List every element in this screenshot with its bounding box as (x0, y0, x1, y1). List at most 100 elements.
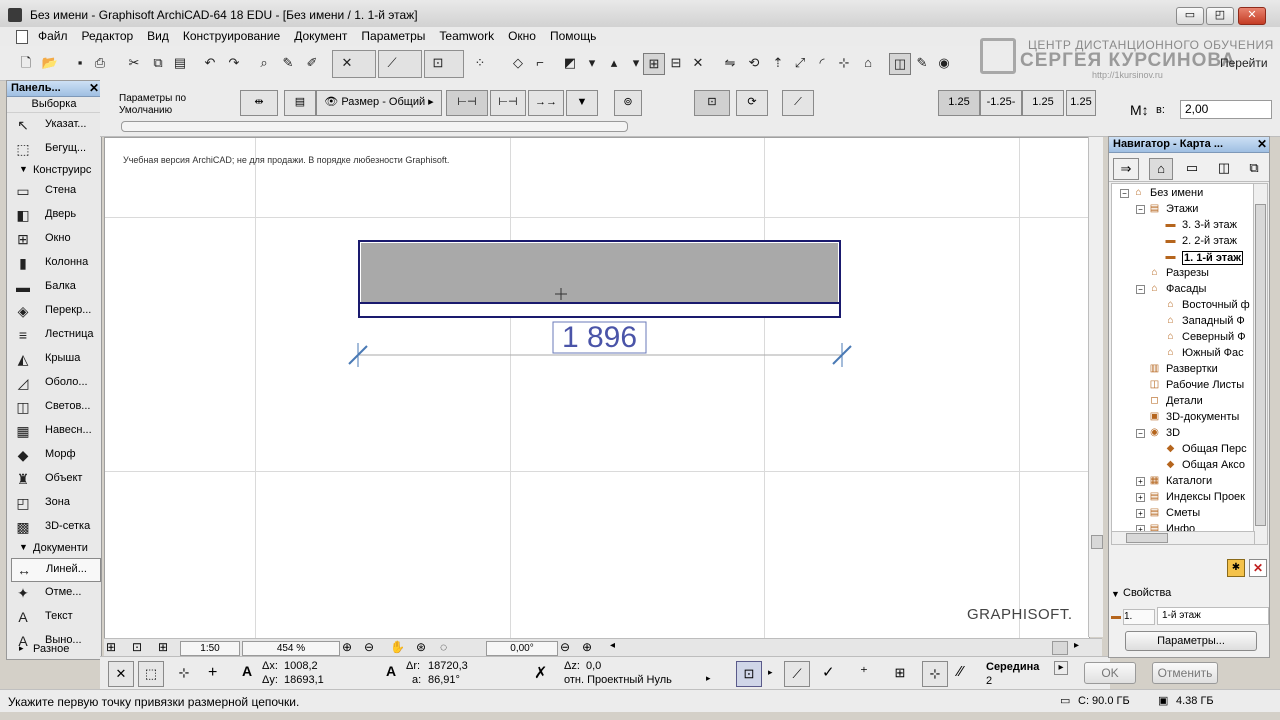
offset-icon[interactable]: ⤢ (790, 53, 810, 73)
elevate-icon[interactable]: ⇡ (768, 53, 788, 73)
tool-item[interactable]: ↔ Линей... (11, 558, 101, 582)
tool-item[interactable]: ◭ Крыша (11, 348, 99, 370)
copy-icon[interactable]: ⧉ (148, 53, 168, 73)
rotate-view-icon[interactable]: ⊛ (416, 640, 426, 654)
brush-icon[interactable]: ✎ (912, 53, 932, 73)
snap-divisions[interactable]: 2 (986, 675, 992, 687)
dr-value[interactable]: 18720,3 (428, 660, 468, 672)
tree-vertical-scrollbar[interactable] (1253, 183, 1268, 545)
detailed-dim-button[interactable]: ⊚ (614, 90, 642, 116)
print-icon[interactable]: ⎙ (90, 53, 110, 73)
toolbox-section[interactable]: ▼ Документи (11, 540, 99, 556)
division-icon[interactable]: ⁄⁄ (958, 663, 963, 680)
tool-item[interactable]: ◧ Дверь (11, 204, 99, 226)
scale-option-2[interactable]: -1.25- (980, 90, 1022, 116)
dimension-text[interactable]: 1 896 (553, 322, 646, 353)
toolbox-header[interactable]: Панель... ✕ (7, 81, 101, 97)
tool-item[interactable]: ▦ Навесн... (11, 420, 99, 442)
default-settings-label[interactable]: Параметры по Умолчанию (119, 93, 209, 117)
toolbox-section[interactable]: ▼ Конструирс (11, 162, 99, 178)
menu-item[interactable]: Документ (294, 29, 354, 43)
menu-item[interactable]: Конструирование (183, 29, 287, 43)
tool-item[interactable]: ♜ Объект (11, 468, 99, 490)
layer-settings-button[interactable]: ▤ (284, 90, 316, 116)
tree-horizontal-scrollbar[interactable] (1111, 531, 1255, 545)
table-icon[interactable]: ⊟ (666, 53, 686, 73)
goto-button[interactable]: Перейти (1220, 56, 1268, 70)
pan-icon[interactable]: ✋ (390, 640, 405, 654)
menu-item[interactable]: Вид (147, 29, 176, 43)
dx-value[interactable]: 1008,2 (284, 660, 318, 672)
zoom-in-icon[interactable]: ⊕ (342, 640, 352, 654)
find-select-icon[interactable]: ⌕ (254, 53, 274, 73)
tree-expand-icon[interactable]: + (1136, 509, 1145, 518)
layout-book-icon[interactable]: ⊞ (158, 640, 168, 654)
properties-expand-icon[interactable]: ▼ (1111, 589, 1120, 599)
parameters-button[interactable]: Параметры... (1125, 631, 1257, 651)
tree-expand-icon[interactable]: − (1136, 429, 1145, 438)
menu-item[interactable]: Teamwork (439, 29, 501, 43)
menu-item[interactable]: Помощь (550, 29, 603, 43)
orbit-icon[interactable]: ◌ (440, 640, 447, 654)
angle-value[interactable]: 86,91° (428, 674, 460, 686)
horizontal-scrollbar-thumb[interactable] (1052, 641, 1068, 655)
layer-dropdown-icon[interactable]: ▾ (582, 53, 602, 73)
tool-item[interactable]: ▭ Стена (11, 180, 99, 202)
tree-expand-icon[interactable]: − (1136, 285, 1145, 294)
eyedropper-icon[interactable]: ✎ (278, 53, 298, 73)
rotate-icon[interactable]: ⟲ (744, 53, 764, 73)
cancel-input-icon[interactable]: ✕ (108, 661, 134, 687)
publisher-tab-icon[interactable]: ⧉ (1243, 158, 1265, 178)
layout-book-tab-icon[interactable]: ◫ (1213, 158, 1235, 178)
angle-field[interactable]: 0,00° (486, 641, 558, 656)
dz-value[interactable]: 0,0 (586, 660, 601, 672)
tool-item[interactable]: ⬚ Бегущ... (11, 138, 99, 160)
scroll-left-icon[interactable]: ◂ (610, 640, 615, 651)
snap-line-icon[interactable]: ⟋ (784, 661, 810, 687)
tool-item[interactable]: ▩ 3D-сетка (11, 516, 99, 538)
story-name-field[interactable]: 1-й этаж (1157, 607, 1269, 625)
save-icon[interactable]: ▪ (70, 53, 90, 73)
special-snap-icon[interactable]: ⊞ (888, 661, 912, 685)
close-x-icon[interactable]: ✕ (688, 53, 708, 73)
toolbox-section[interactable]: ▸ Разное (11, 641, 99, 657)
scale-option-3[interactable]: 1.25 (1022, 90, 1064, 116)
tool-item[interactable]: ◰ Зона (11, 492, 99, 514)
grid-snap-icon[interactable]: ⁘ (470, 53, 490, 73)
marker-height-input[interactable]: 2,00 (1180, 100, 1272, 119)
polar-coords-icon[interactable]: A (386, 663, 396, 679)
zoom-field[interactable]: 454 % (242, 641, 340, 656)
3d-view-icon[interactable]: ◉ (934, 53, 954, 73)
scale-option-4[interactable]: 1.25 (1066, 90, 1096, 116)
scrollbar-thumb[interactable] (1091, 535, 1103, 549)
dimension-settings-button[interactable]: ⇹ (240, 90, 278, 116)
marker-dim-button[interactable]: ▼ (566, 90, 598, 116)
story-number-field[interactable]: 1. (1123, 609, 1155, 625)
plus-icon[interactable]: + (208, 664, 217, 682)
chain-dim-button[interactable]: ⊢⊣ (490, 90, 526, 116)
ok-button[interactable]: OK (1084, 662, 1136, 684)
toolbox-close-icon[interactable]: ✕ (89, 81, 99, 95)
undo-icon[interactable]: ↶ (200, 53, 220, 73)
view-map-tab-icon[interactable]: ▭ (1181, 158, 1203, 178)
navigator-close-icon[interactable]: ✕ (1257, 137, 1267, 151)
zoom-out-icon[interactable]: ⊖ (364, 640, 374, 654)
new-file-icon[interactable]: 🗋 (16, 53, 36, 73)
tool-item[interactable]: ◆ Морф (11, 444, 99, 466)
floor-plan-canvas[interactable]: Учебная версия ArchiCAD; не для продажи.… (104, 137, 1090, 639)
syringe-icon[interactable]: ✐ (302, 53, 322, 73)
roof-icon[interactable]: ⌂ (858, 53, 878, 73)
project-map-tab-icon[interactable]: ⌂ (1149, 158, 1173, 180)
maximize-button[interactable]: ◰ (1206, 7, 1234, 25)
tree-hscroll-thumb[interactable] (1126, 533, 1168, 543)
tool-item[interactable]: ◫ Светов... (11, 396, 99, 418)
navigator-header[interactable]: Навигатор - Карта ... ✕ (1109, 137, 1269, 153)
tool-item[interactable]: ◈ Перекр... (11, 300, 99, 322)
slab-icon[interactable]: ◇ (508, 53, 528, 73)
snap-options-icon[interactable]: ▸ (1054, 661, 1068, 675)
intersect-icon[interactable]: ⊹ (834, 53, 854, 73)
open-file-icon[interactable]: 📂 (40, 53, 60, 73)
grid-method-icon[interactable]: ⊹ (172, 661, 196, 685)
previous-view-icon[interactable]: ⊖ (560, 640, 570, 654)
layout-icon[interactable]: ◫ (889, 53, 911, 75)
